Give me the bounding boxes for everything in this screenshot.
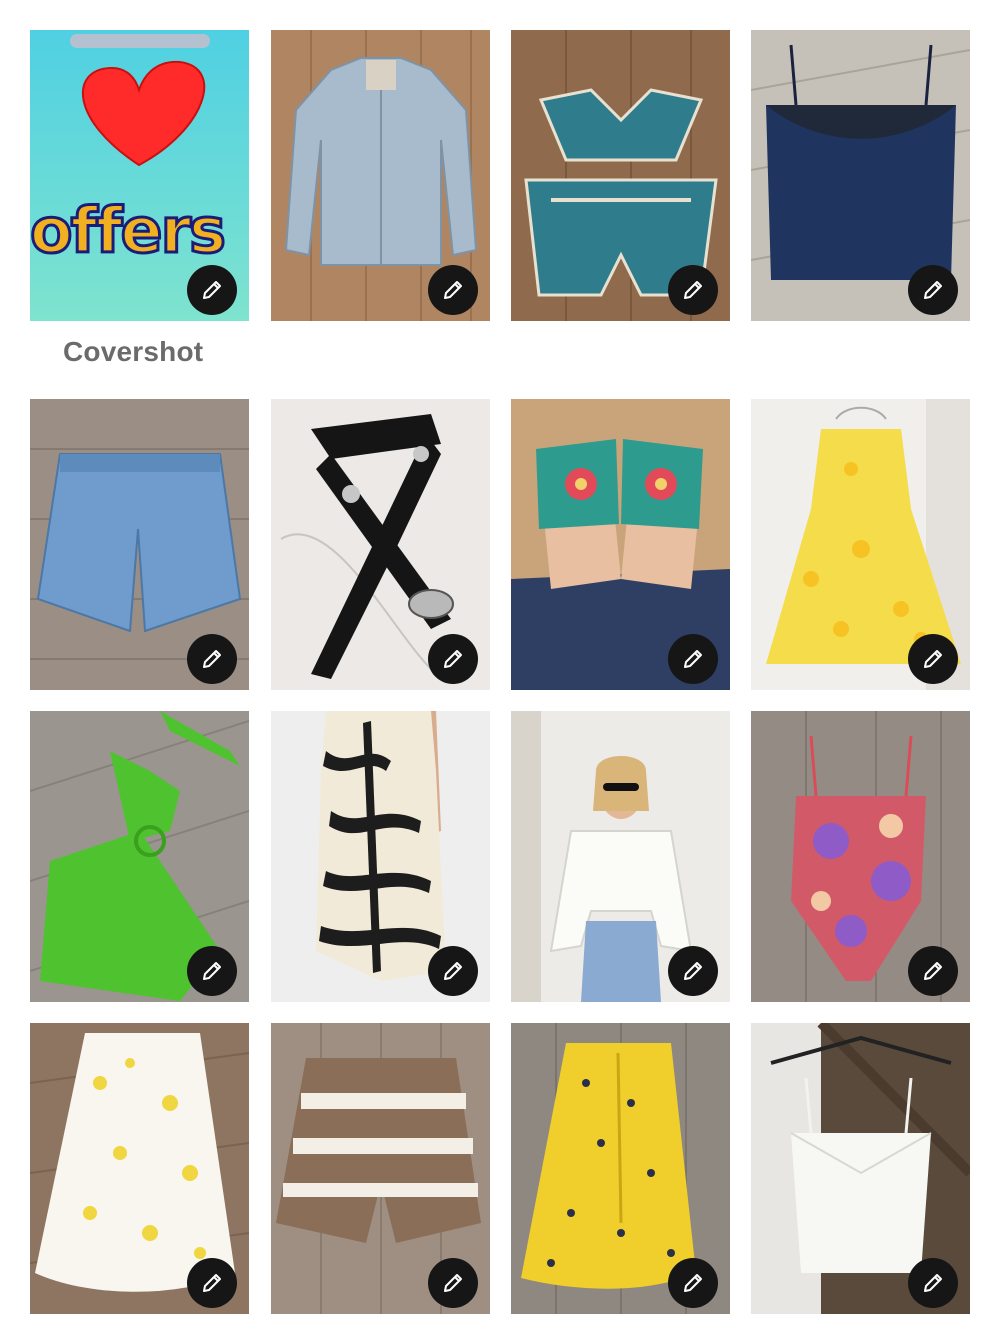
edit-photo-button[interactable] xyxy=(668,634,718,684)
edit-photo-button[interactable] xyxy=(428,1258,478,1308)
edit-photo-button[interactable] xyxy=(668,265,718,315)
photo-tile-15[interactable] xyxy=(511,1023,730,1314)
pencil-icon xyxy=(684,962,702,980)
edit-photo-button[interactable] xyxy=(908,265,958,315)
photo-tile-6[interactable] xyxy=(271,399,490,690)
edit-photo-button[interactable] xyxy=(908,1258,958,1308)
photo-tile-8[interactable] xyxy=(751,399,970,690)
pencil-icon xyxy=(924,1274,942,1292)
edit-photo-button[interactable] xyxy=(187,634,237,684)
pencil-icon xyxy=(444,1274,462,1292)
edit-photo-button[interactable] xyxy=(187,1258,237,1308)
pencil-icon xyxy=(203,962,221,980)
photo-tile-5[interactable] xyxy=(30,399,249,690)
photo-tile-2[interactable] xyxy=(271,30,490,321)
photo-tile-11[interactable] xyxy=(511,711,730,1002)
photo-tile-14[interactable] xyxy=(271,1023,490,1314)
pencil-icon xyxy=(203,650,221,668)
offers-text: offers xyxy=(30,194,224,267)
pencil-icon xyxy=(924,281,942,299)
photo-tile-cover[interactable]: offers xyxy=(30,30,249,321)
pencil-icon xyxy=(203,281,221,299)
photo-tile-16[interactable] xyxy=(751,1023,970,1314)
pencil-icon xyxy=(444,962,462,980)
pencil-icon xyxy=(684,650,702,668)
pencil-icon xyxy=(203,1274,221,1292)
edit-photo-button[interactable] xyxy=(668,946,718,996)
edit-photo-button[interactable] xyxy=(187,946,237,996)
pencil-icon xyxy=(684,1274,702,1292)
pencil-icon xyxy=(444,281,462,299)
edit-photo-button[interactable] xyxy=(908,634,958,684)
pencil-icon xyxy=(684,281,702,299)
covershot-label: Covershot xyxy=(63,336,204,367)
edit-photo-button[interactable] xyxy=(908,946,958,996)
edit-photo-button[interactable] xyxy=(428,946,478,996)
photo-tile-9[interactable] xyxy=(30,711,249,1002)
photo-tile-12[interactable] xyxy=(751,711,970,1002)
pencil-icon xyxy=(444,650,462,668)
photo-tile-13[interactable] xyxy=(30,1023,249,1314)
edit-photo-button[interactable] xyxy=(187,265,237,315)
photo-tile-4[interactable] xyxy=(751,30,970,321)
photo-tile-3[interactable] xyxy=(511,30,730,321)
edit-photo-button[interactable] xyxy=(428,265,478,315)
photo-tile-10[interactable] xyxy=(271,711,490,1002)
photo-tile-7[interactable] xyxy=(511,399,730,690)
edit-photo-button[interactable] xyxy=(668,1258,718,1308)
pencil-icon xyxy=(924,962,942,980)
pencil-icon xyxy=(924,650,942,668)
edit-photo-button[interactable] xyxy=(428,634,478,684)
